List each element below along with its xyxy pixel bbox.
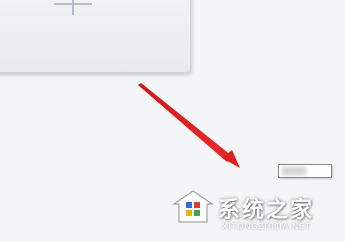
watermark-text: 系统之家 bbox=[218, 197, 315, 223]
watermark: 系统之家 XITONGZHIJIA.NET bbox=[172, 186, 342, 240]
watermark-url: XITONGZHIJIA.NET bbox=[222, 222, 312, 231]
tooltip-blurred-text bbox=[282, 167, 306, 175]
xitongzhijia-logo-icon bbox=[172, 190, 214, 223]
